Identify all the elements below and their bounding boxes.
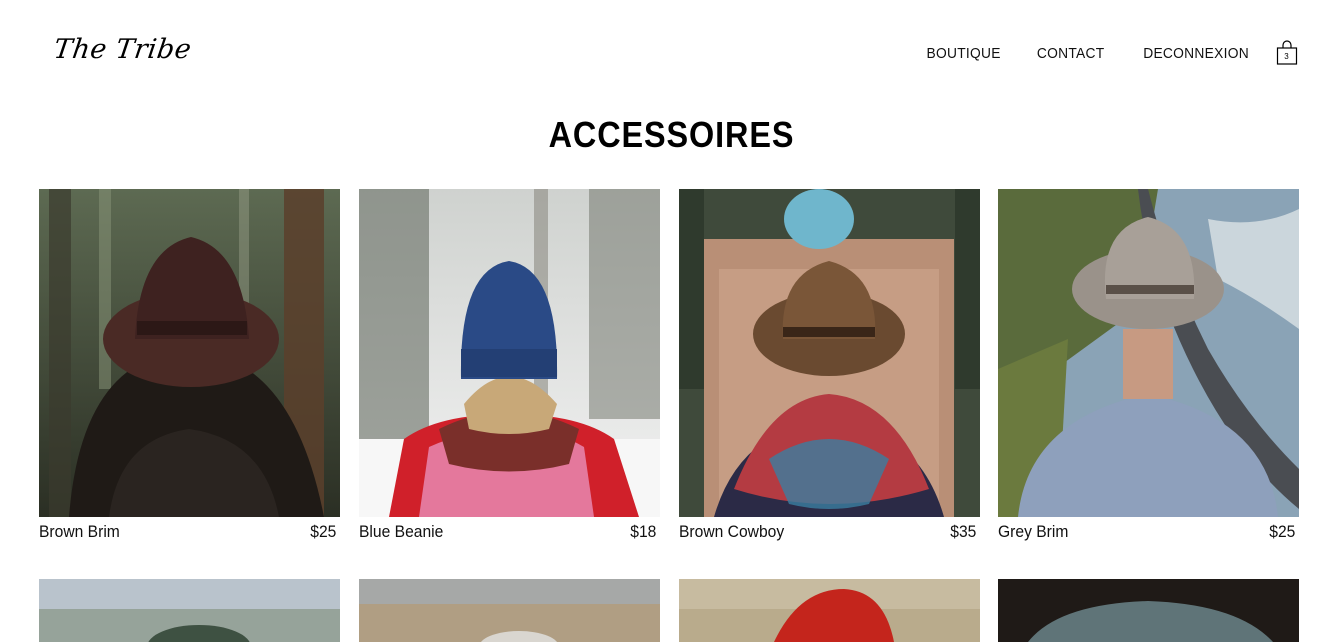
product-image[interactable] [39, 579, 340, 642]
product-price: $25 [1268, 522, 1295, 541]
product-name[interactable]: Brown Cowboy [679, 522, 784, 542]
nav-item-boutique[interactable]: BOUTIQUE [926, 45, 1000, 62]
product-image[interactable] [39, 189, 340, 517]
cart-count-badge: 3 [1284, 52, 1289, 61]
product-name[interactable]: Brown Brim [39, 522, 120, 542]
page-title: ACCESSOIRES [548, 114, 795, 155]
site-header: The Tribe BOUTIQUE CONTACT DECONNEXION 3 [0, 0, 1343, 105]
product-image[interactable] [679, 189, 980, 517]
cart-button[interactable]: 3 [1276, 40, 1298, 66]
product-image[interactable] [359, 189, 660, 517]
nav-item-deconnexion[interactable]: DECONNEXION [1143, 45, 1249, 62]
main-nav: BOUTIQUE CONTACT DECONNEXION 3 [890, 40, 1298, 66]
nav-item-contact[interactable]: CONTACT [1036, 45, 1104, 62]
product-price: $25 [309, 522, 336, 541]
product-image[interactable] [998, 189, 1299, 517]
product-image[interactable] [998, 579, 1299, 642]
product-image[interactable] [679, 579, 980, 642]
site-logo[interactable]: The Tribe [52, 34, 194, 65]
product-name[interactable]: Blue Beanie [359, 522, 443, 542]
product-image[interactable] [359, 579, 660, 642]
product-price: $35 [949, 522, 976, 541]
product-price: $18 [629, 522, 656, 541]
product-name[interactable]: Grey Brim [998, 522, 1068, 542]
